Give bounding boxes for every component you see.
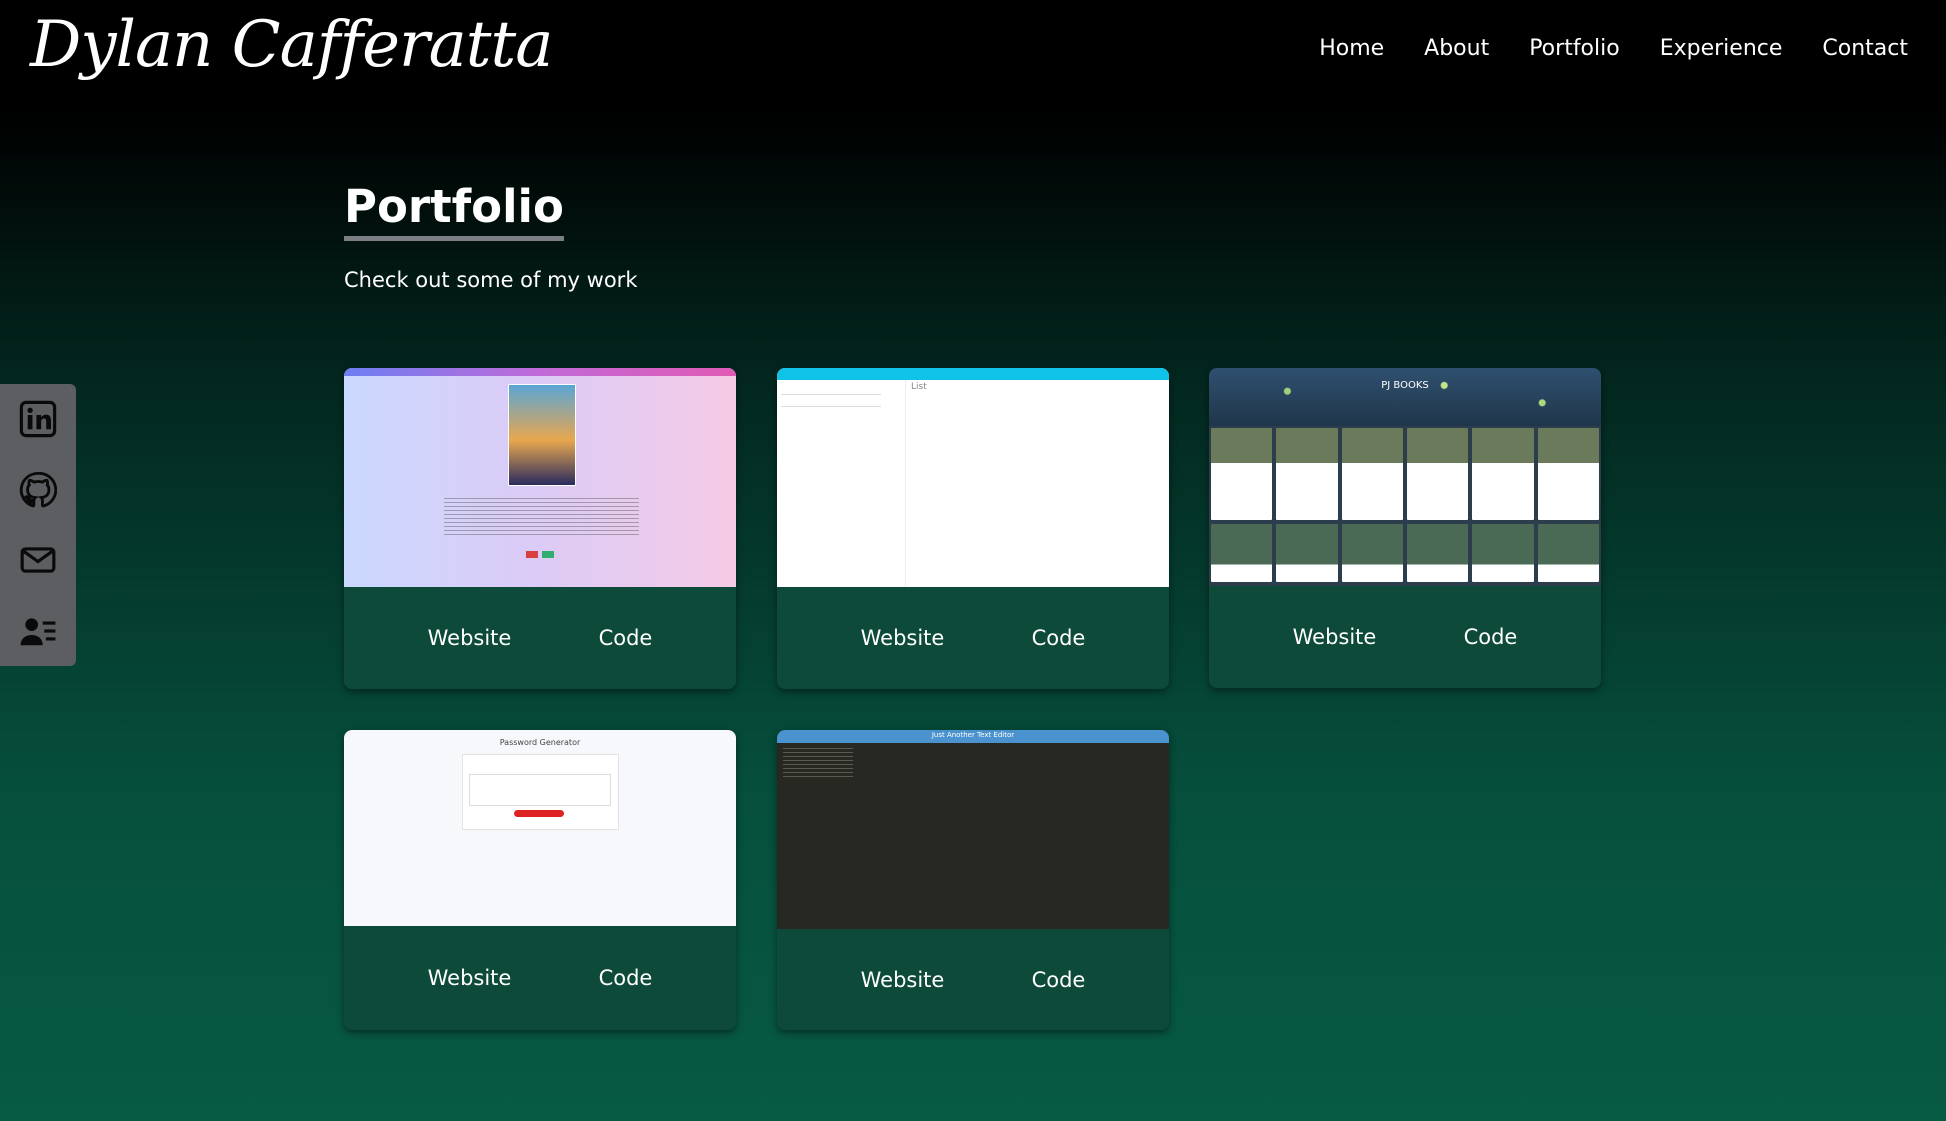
thumb-title: List: [911, 382, 927, 392]
page-subtitle: Check out some of my work: [344, 268, 638, 292]
nav-contact[interactable]: Contact: [1822, 36, 1908, 61]
code-link[interactable]: Code: [1032, 626, 1086, 650]
nav-experience[interactable]: Experience: [1660, 36, 1783, 61]
website-link[interactable]: Website: [428, 626, 512, 650]
code-link[interactable]: Code: [1464, 625, 1518, 649]
website-link[interactable]: Website: [861, 968, 945, 992]
nav-portfolio[interactable]: Portfolio: [1529, 36, 1620, 61]
project-screenshot: List: [777, 368, 1169, 587]
project-screenshot: Password Generator: [344, 730, 736, 926]
thumb-title: Just Another Text Editor: [931, 731, 1015, 739]
website-link[interactable]: Website: [1293, 625, 1377, 649]
project-screenshot: Just Another Text Editor: [777, 730, 1169, 929]
code-link[interactable]: Code: [599, 626, 653, 650]
contact-card-icon[interactable]: [19, 612, 57, 650]
page-title: Portfolio: [344, 182, 564, 241]
code-link[interactable]: Code: [1032, 968, 1086, 992]
website-link[interactable]: Website: [428, 966, 512, 990]
nav-about[interactable]: About: [1424, 36, 1489, 61]
code-link[interactable]: Code: [599, 966, 653, 990]
project-card: Just Another Text Editor Website Code: [777, 730, 1169, 1030]
main-nav: Home About Portfolio Experience Contact: [1319, 36, 1908, 61]
social-sidebar: [0, 384, 76, 666]
project-card: PJ BOOKS Website Code: [1209, 368, 1601, 688]
mail-icon[interactable]: [19, 541, 57, 579]
website-link[interactable]: Website: [861, 626, 945, 650]
linkedin-icon[interactable]: [19, 400, 57, 438]
project-card: List Website Code: [777, 368, 1169, 689]
site-logo[interactable]: Dylan Cafferatta: [30, 8, 553, 82]
nav-home[interactable]: Home: [1319, 36, 1384, 61]
thumb-title: PJ BOOKS: [1381, 380, 1429, 391]
thumb-title: Password Generator: [499, 738, 581, 747]
project-card: Website Code: [344, 368, 736, 689]
project-screenshot: [344, 368, 736, 587]
github-icon[interactable]: [19, 471, 57, 509]
project-screenshot: PJ BOOKS: [1209, 368, 1601, 586]
project-card: Password Generator Website Code: [344, 730, 736, 1030]
